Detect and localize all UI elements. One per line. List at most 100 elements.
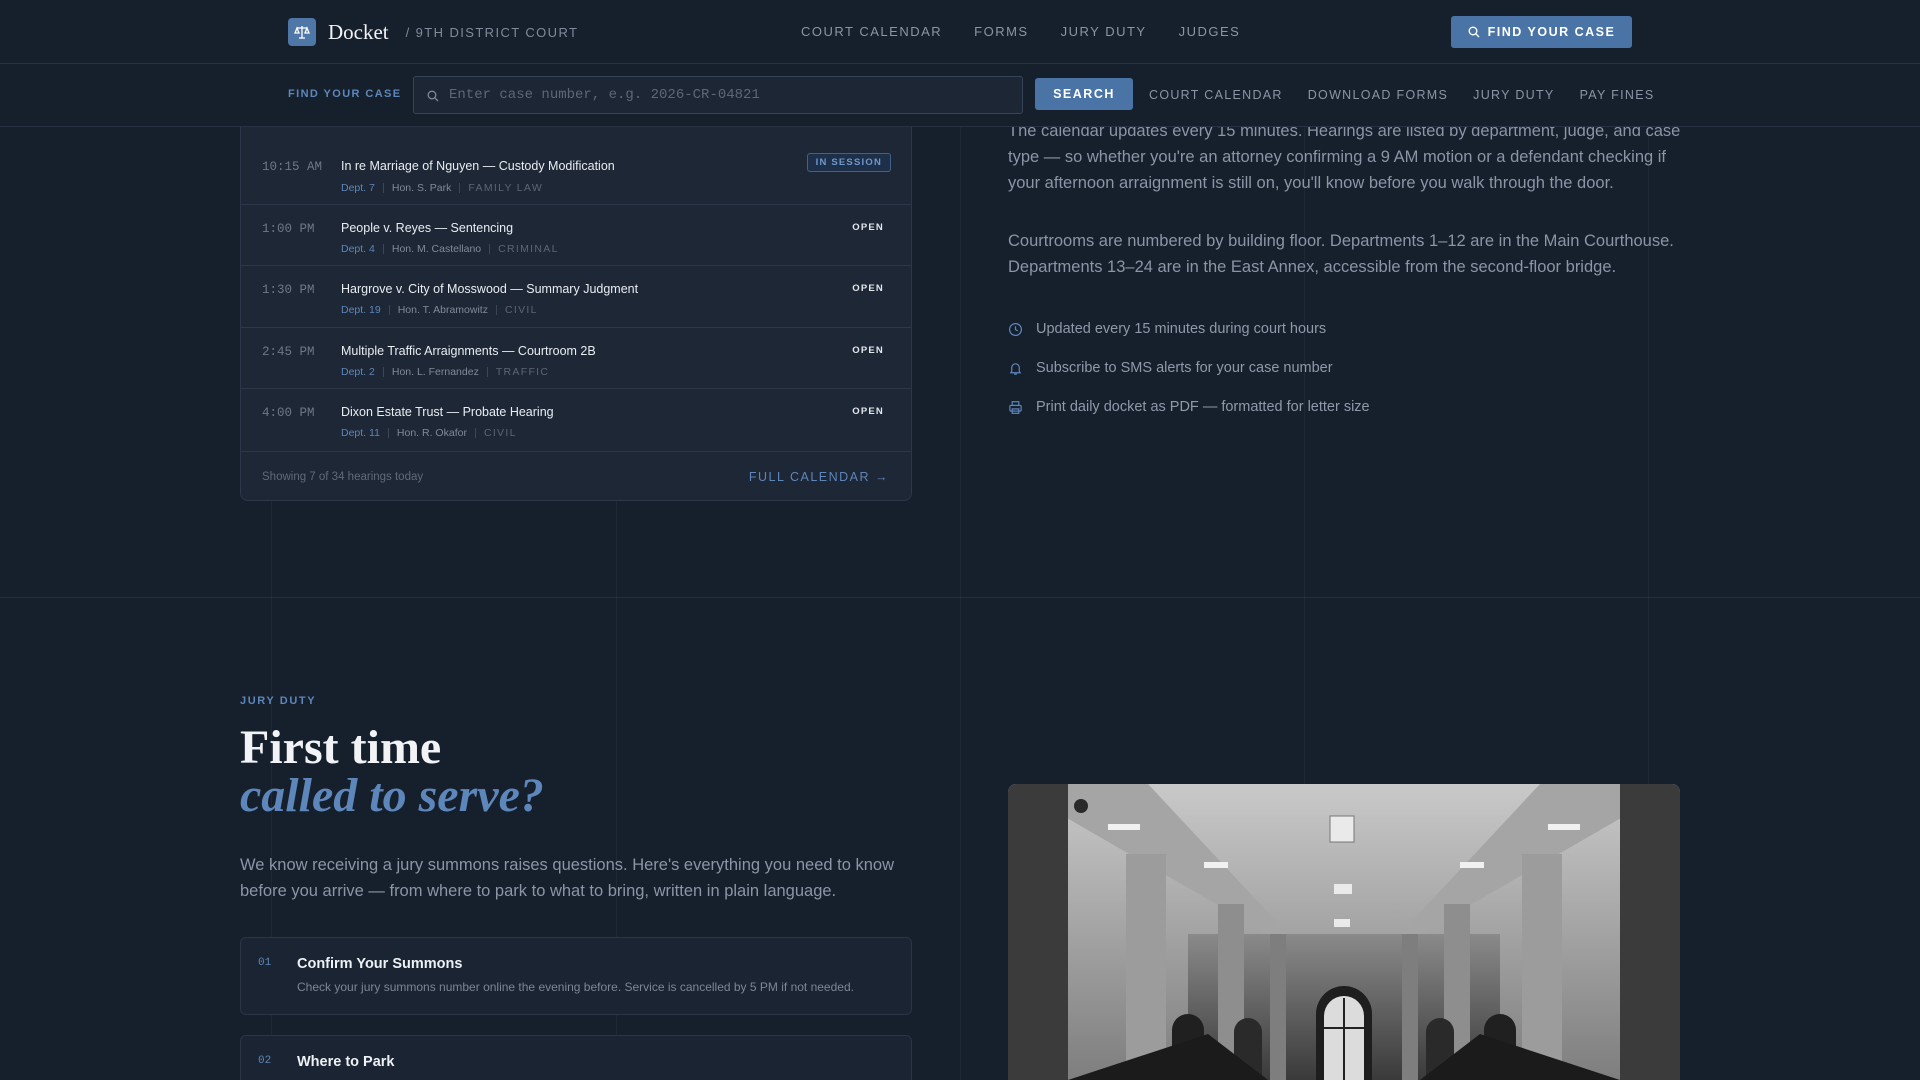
hearing-type: CIVIL — [504, 304, 538, 316]
step-title: Confirm Your Summons — [297, 956, 463, 972]
hearings-card: 10:15 AM In re Marriage of Nguyen — Cust… — [240, 100, 912, 501]
meta-divider — [489, 244, 491, 254]
printer-icon — [1009, 400, 1022, 414]
secondary-nav: COURT CALENDAR DOWNLOAD FORMS JURY DUTY … — [1149, 88, 1654, 102]
card-footer: Showing 7 of 34 hearings today FULL CALE… — [241, 452, 911, 500]
step-title: Where to Park — [297, 1054, 395, 1070]
clock-icon — [1008, 322, 1023, 336]
hearing-time: 1:00 PM — [262, 222, 315, 236]
feature-item: Updated every 15 minutes during court ho… — [1008, 321, 1326, 337]
hearing-row[interactable]: 1:30 PM Hargrove v. City of Mosswood — S… — [241, 266, 911, 328]
status-badge: IN SESSION — [806, 153, 891, 172]
hearing-row[interactable]: 10:15 AM In re Marriage of Nguyen — Cust… — [241, 141, 911, 205]
top-nav: Docket / 9TH DISTRICT COURT COURT CALEND… — [0, 0, 1920, 64]
step-description: Check your jury summons number online th… — [297, 980, 854, 994]
hearing-judge: Hon. S. Park — [391, 182, 452, 194]
hearing-row[interactable]: 1:00 PM People v. Reyes — Sentencing Dep… — [241, 205, 911, 266]
hearing-title: In re Marriage of Nguyen — Custody Modif… — [341, 159, 615, 173]
hearing-meta: Dept. 2 Hon. L. Fernandez TRAFFIC — [341, 366, 549, 378]
brand-name: Docket — [328, 19, 389, 44]
quicklink-pay-fines[interactable]: PAY FINES — [1580, 88, 1655, 102]
hearing-meta: Dept. 4 Hon. M. Castellano CRIMINAL — [341, 243, 559, 255]
meta-divider — [486, 367, 488, 377]
meta-divider — [382, 244, 384, 254]
status-badge: OPEN — [852, 283, 884, 294]
nav-link-jury-duty[interactable]: JURY DUTY — [1061, 24, 1147, 39]
hearing-dept: Dept. 19 — [341, 304, 381, 316]
meta-divider — [495, 305, 497, 315]
meta-divider — [474, 428, 476, 438]
brand-subtitle: / 9TH DISTRICT COURT — [405, 24, 579, 40]
hearing-title: Dixon Estate Trust — Probate Hearing — [341, 405, 554, 419]
quicklink-court-calendar[interactable]: COURT CALENDAR — [1149, 88, 1283, 102]
hearing-title: Multiple Traffic Arraignments — Courtroo… — [341, 344, 596, 358]
step-number: 01 — [258, 957, 272, 969]
hearing-dept: Dept. 7 — [341, 182, 375, 194]
courtroom-info-paragraph: Courtrooms are numbered by building floo… — [1008, 232, 1674, 276]
search-button[interactable]: SEARCH — [1035, 78, 1133, 110]
hearing-title: People v. Reyes — Sentencing — [341, 221, 514, 235]
feature-item: Subscribe to SMS alerts for your case nu… — [1008, 360, 1333, 376]
meta-divider — [387, 428, 389, 438]
feature-text: Print daily docket as PDF — formatted fo… — [1036, 399, 1370, 415]
section-eyebrow: JURY DUTY — [240, 695, 317, 707]
bell-icon — [1009, 362, 1022, 375]
hearing-row[interactable]: 4:00 PM Dixon Estate Trust — Probate Hea… — [241, 389, 911, 452]
hearing-judge: Hon. L. Fernandez — [391, 366, 479, 378]
hearing-time: 2:45 PM — [262, 345, 315, 359]
hearing-judge: Hon. M. Castellano — [391, 243, 482, 255]
hearing-judge: Hon. T. Abramowitz — [397, 304, 488, 316]
jury-step[interactable]: 02 Where to Park — [240, 1035, 912, 1080]
quicklink-jury-duty[interactable]: JURY DUTY — [1473, 88, 1554, 102]
hearing-type: FAMILY LAW — [468, 182, 544, 194]
quicklink-download-forms[interactable]: DOWNLOAD FORMS — [1308, 88, 1448, 102]
hearing-meta: Dept. 7 Hon. S. Park FAMILY LAW — [341, 182, 543, 194]
jury-intro-paragraph: We know receiving a jury summons raises … — [240, 856, 894, 900]
search-icon — [427, 90, 439, 102]
feature-item: Print daily docket as PDF — formatted fo… — [1008, 399, 1370, 415]
hearing-judge: Hon. R. Okafor — [396, 427, 467, 439]
find-your-case-label: FIND YOUR CASE — [1487, 25, 1616, 39]
hearing-row[interactable]: 2:45 PM Multiple Traffic Arraignments — … — [241, 328, 911, 389]
step-number: 02 — [258, 1055, 272, 1067]
feature-text: Updated every 15 minutes during court ho… — [1036, 321, 1327, 337]
hearing-type: CRIMINAL — [498, 243, 559, 255]
hearing-type: CIVIL — [483, 427, 517, 439]
hearing-time: 10:15 AM — [262, 160, 323, 174]
jury-heading-accent: called to serve? — [240, 769, 544, 822]
case-search-bar: FIND YOUR CASE SEARCH COURT CALENDAR DOW… — [0, 64, 1920, 127]
meta-divider — [388, 305, 390, 315]
meta-divider — [459, 183, 461, 193]
hearing-meta: Dept. 11 Hon. R. Okafor CIVIL — [341, 427, 517, 439]
hearing-dept: Dept. 2 — [341, 366, 375, 378]
search-label: FIND YOUR CASE — [288, 88, 402, 100]
hearing-time: 1:30 PM — [262, 283, 315, 297]
status-badge: OPEN — [852, 406, 884, 417]
status-badge: OPEN — [852, 222, 884, 233]
hearing-title: Hargrove v. City of Mosswood — Summary J… — [341, 282, 639, 296]
jury-step[interactable]: 01 Confirm Your Summons Check your jury … — [240, 937, 912, 1015]
primary-nav: COURT CALENDAR FORMS JURY DUTY JUDGES — [801, 24, 1240, 39]
nav-link-court-calendar[interactable]: COURT CALENDAR — [801, 24, 942, 39]
hearing-dept: Dept. 4 — [341, 243, 375, 255]
hearing-time: 4:00 PM — [262, 406, 315, 420]
search-icon — [1468, 26, 1480, 38]
feature-text: Subscribe to SMS alerts for your case nu… — [1036, 360, 1333, 376]
status-badge: OPEN — [852, 345, 884, 356]
find-your-case-button[interactable]: FIND YOUR CASE — [1451, 16, 1632, 48]
full-calendar-link[interactable]: FULL CALENDAR → — [749, 470, 889, 484]
jury-heading: First time — [240, 721, 442, 774]
calendar-info-paragraph: The calendar updates every 15 minutes. H… — [1008, 122, 1681, 192]
meta-divider — [382, 183, 384, 193]
meta-divider — [382, 367, 384, 377]
nav-link-forms[interactable]: FORMS — [974, 24, 1028, 39]
hearing-count: Showing 7 of 34 hearings today — [262, 471, 424, 483]
case-number-input[interactable] — [449, 77, 1009, 113]
scales-icon — [288, 18, 316, 46]
case-search-field[interactable] — [413, 76, 1023, 114]
courtroom-photo — [1008, 784, 1680, 1080]
brand[interactable]: Docket / 9TH DISTRICT COURT — [288, 18, 578, 46]
hearing-type: TRAFFIC — [495, 366, 550, 378]
hearing-meta: Dept. 19 Hon. T. Abramowitz CIVIL — [341, 304, 538, 316]
nav-link-judges[interactable]: JUDGES — [1179, 24, 1241, 39]
